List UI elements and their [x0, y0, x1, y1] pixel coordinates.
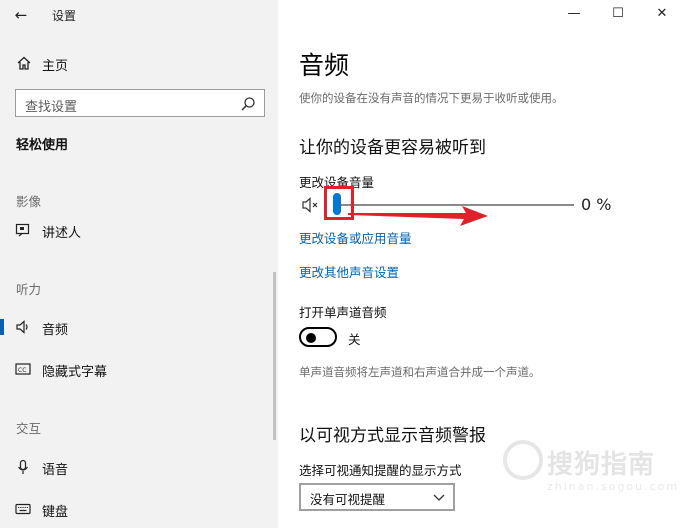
section-heading-interaction: 交互	[16, 421, 42, 436]
mono-audio-toggle[interactable]	[299, 327, 337, 347]
sidebar-item-speech[interactable]: 语音	[0, 453, 278, 481]
main-content: — ☐ ✕ 音频 使你的设备在没有声音的情况下更易于收听或使用。 让你的设备更容…	[278, 0, 682, 528]
sidebar-item-narrator[interactable]: 讲述人	[0, 216, 278, 244]
other-sound-settings-link[interactable]: 更改其他声音设置	[299, 262, 399, 281]
watermark: 搜狗指南 zhinan.sogou.com	[503, 438, 682, 498]
speaker-mute-icon	[302, 197, 318, 213]
visual-alert-select[interactable]: 没有可视提醒	[299, 483, 455, 511]
window-controls: — ☐ ✕	[532, 0, 682, 30]
speaker-icon	[16, 320, 28, 334]
toggle-knob	[306, 333, 316, 343]
maximize-icon[interactable]: ☐	[600, 0, 636, 28]
section-heading-hearing: 听力	[16, 282, 42, 297]
watermark-subtext: zhinan.sogou.com	[547, 480, 680, 493]
sidebar-item-label: 主页	[42, 59, 69, 74]
watermark-text: 搜狗指南	[547, 450, 656, 480]
visual-alert-select-value: 没有可视提醒	[310, 492, 386, 507]
close-icon[interactable]: ✕	[644, 0, 680, 28]
change-app-volume-link[interactable]: 更改设备或应用音量	[299, 228, 412, 247]
back-arrow-icon[interactable]: ←	[10, 6, 32, 24]
section-heading-visual-alerts: 以可视方式显示音频警报	[299, 426, 486, 446]
closed-captions-icon: CC	[15, 363, 31, 375]
sidebar-item-keyboard[interactable]: 键盘	[0, 495, 278, 523]
sidebar-item-label: 语音	[42, 463, 69, 478]
section-heading-hearable: 让你的设备更容易被听到	[299, 138, 486, 158]
home-icon	[17, 56, 31, 70]
titlebar-left: ← 设置	[0, 0, 278, 30]
page-title: 音频	[299, 51, 350, 80]
svg-text:CC: CC	[18, 367, 26, 374]
mono-audio-label: 打开单声道音频	[299, 305, 387, 320]
watermark-logo	[503, 440, 543, 480]
sidebar-item-label: 隐藏式字幕	[42, 365, 108, 380]
microphone-icon	[18, 459, 28, 474]
sidebar-scrollbar[interactable]	[273, 272, 276, 440]
search-icon[interactable]	[240, 96, 256, 112]
mono-audio-help: 单声道音频将左声道和右声道合并成一个声道。	[299, 365, 541, 379]
sidebar-item-closed-captions[interactable]: CC 隐藏式字幕	[0, 355, 278, 383]
annotation-arrow-icon	[348, 206, 488, 226]
search-placeholder: 查找设置	[25, 100, 78, 115]
toggle-state-label: 关	[348, 332, 361, 347]
minimize-icon[interactable]: —	[556, 0, 592, 28]
category-heading: 轻松使用	[16, 138, 69, 153]
page-description: 使你的设备在没有声音的情况下更易于收听或使用。	[299, 91, 564, 105]
sidebar-item-audio[interactable]: 音频	[0, 313, 278, 341]
keyboard-icon	[15, 503, 31, 515]
chevron-down-icon	[433, 494, 445, 501]
volume-value: 0 %	[581, 195, 612, 214]
sidebar-item-label: 讲述人	[42, 226, 82, 241]
app-title: 设置	[52, 9, 77, 23]
narrator-icon	[15, 223, 30, 237]
visual-alert-select-label: 选择可视通知提醒的显示方式	[299, 463, 462, 478]
sidebar-item-label: 键盘	[42, 505, 69, 520]
sidebar-item-label: 音频	[42, 323, 69, 338]
section-heading-vision: 影像	[16, 194, 42, 209]
sidebar: ← 设置 主页 查找设置 轻松使用 影像 讲述人 听力 音频 CC 隐藏式字幕 …	[0, 0, 278, 528]
search-input[interactable]: 查找设置	[15, 89, 265, 117]
sidebar-item-home[interactable]: 主页	[0, 50, 278, 76]
